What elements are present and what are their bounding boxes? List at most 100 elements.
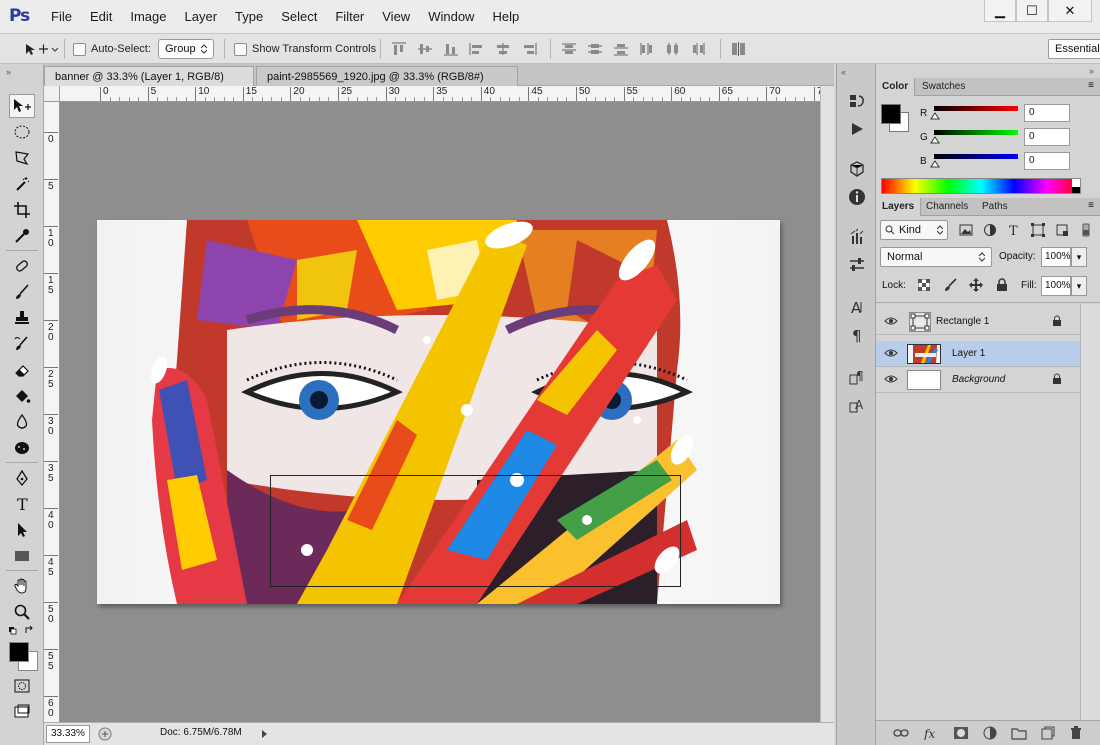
- layer-name[interactable]: Rectangle 1: [936, 316, 989, 327]
- auto-select-dropdown[interactable]: Group: [158, 39, 214, 59]
- rectangle-shape-outline[interactable]: [270, 475, 681, 587]
- red-slider[interactable]: [934, 106, 1018, 111]
- layers-scrollbar[interactable]: [1080, 304, 1100, 720]
- layer-name[interactable]: Background: [952, 374, 1005, 385]
- layer-row-background[interactable]: Background: [876, 367, 1080, 393]
- auto-align-icon[interactable]: [730, 41, 748, 57]
- dock-paragraph-styles-button[interactable]: ¶: [845, 366, 869, 388]
- menu-file[interactable]: File: [42, 0, 81, 34]
- layer-row-layer1[interactable]: Layer 1: [876, 341, 1080, 367]
- menu-type[interactable]: Type: [226, 0, 272, 34]
- color-spectrum-bar[interactable]: [881, 178, 1081, 194]
- filter-type-button[interactable]: T: [1004, 221, 1024, 239]
- panel-menu-icon[interactable]: ≡: [1088, 200, 1094, 211]
- green-slider[interactable]: [934, 130, 1018, 135]
- lock-position-button[interactable]: [966, 276, 986, 294]
- green-value-field[interactable]: 0: [1024, 128, 1070, 146]
- slider-thumb-icon[interactable]: [930, 112, 940, 120]
- dock-properties-button[interactable]: [845, 254, 869, 276]
- marquee-tool[interactable]: [9, 120, 35, 144]
- tab-paths[interactable]: Paths: [976, 198, 1014, 216]
- red-value-field[interactable]: 0: [1024, 104, 1070, 122]
- distribute-left-icon[interactable]: [638, 41, 656, 57]
- panel-menu-icon[interactable]: ≡: [1088, 80, 1094, 91]
- dock-info-button[interactable]: [845, 186, 869, 208]
- lock-all-button[interactable]: [992, 276, 1012, 294]
- magic-wand-tool[interactable]: [9, 172, 35, 196]
- align-vcenter-icon[interactable]: [416, 41, 434, 57]
- slider-thumb-icon[interactable]: [930, 160, 940, 168]
- move-tool[interactable]: [9, 94, 35, 118]
- fill-field[interactable]: 100%: [1041, 276, 1071, 296]
- folder-icon[interactable]: [1011, 726, 1027, 740]
- maximize-button[interactable]: ☐: [1016, 0, 1048, 22]
- screen-mode-button[interactable]: [9, 700, 35, 724]
- link-icon[interactable]: [893, 727, 909, 739]
- lock-pixels-button[interactable]: [940, 276, 960, 294]
- minimize-button[interactable]: ▁: [984, 0, 1016, 22]
- distribute-hcenter-icon[interactable]: [664, 41, 682, 57]
- blue-value-field[interactable]: 0: [1024, 152, 1070, 170]
- opacity-dropdown-arrow[interactable]: ▾: [1071, 247, 1087, 267]
- eye-icon[interactable]: [884, 315, 898, 327]
- eyedropper-tool[interactable]: [9, 224, 35, 248]
- menu-edit[interactable]: Edit: [81, 0, 121, 34]
- filter-adjustment-button[interactable]: [980, 221, 1000, 239]
- hand-tool[interactable]: [9, 574, 35, 598]
- document-image[interactable]: [97, 220, 780, 604]
- tab-swatches[interactable]: Swatches: [916, 78, 971, 96]
- paint-bucket-tool[interactable]: [9, 384, 35, 408]
- foreground-color-swatch[interactable]: [9, 642, 29, 662]
- clone-stamp-tool[interactable]: [9, 306, 35, 330]
- tab-paint[interactable]: paint-2985569_1920.jpg @ 33.3% (RGB/8#) …: [256, 66, 518, 103]
- blue-slider[interactable]: [934, 154, 1018, 159]
- adjustment-icon[interactable]: [983, 726, 997, 740]
- blend-mode-dropdown[interactable]: Normal: [880, 247, 992, 267]
- align-bottom-icon[interactable]: [442, 41, 460, 57]
- menu-filter[interactable]: Filter: [326, 0, 373, 34]
- trash-icon[interactable]: [1069, 726, 1083, 740]
- kind-filter-dropdown[interactable]: Kind: [880, 220, 948, 240]
- layer-row-rectangle[interactable]: Rectangle 1: [876, 309, 1080, 335]
- slider-thumb-icon[interactable]: [930, 136, 940, 144]
- dock-history-button[interactable]: [845, 90, 869, 112]
- distribute-top-icon[interactable]: [560, 41, 578, 57]
- sponge-tool[interactable]: [9, 436, 35, 460]
- status-menu-arrow[interactable]: [260, 729, 270, 739]
- mask-icon[interactable]: [953, 726, 969, 740]
- tab-channels[interactable]: Channels: [920, 198, 974, 216]
- tab-color[interactable]: Color: [876, 78, 916, 96]
- healing-brush-tool[interactable]: [9, 254, 35, 278]
- blur-tool[interactable]: [9, 410, 35, 434]
- align-left-icon[interactable]: [468, 41, 486, 57]
- eye-icon[interactable]: [884, 373, 898, 385]
- path-selection-tool[interactable]: [9, 518, 35, 542]
- filter-pixel-button[interactable]: [956, 221, 976, 239]
- quick-mask-button[interactable]: [9, 674, 35, 698]
- dock-character-button[interactable]: A: [845, 296, 869, 318]
- collapse-panels-icon[interactable]: »: [1089, 66, 1094, 76]
- fx-icon[interactable]: fx: [923, 726, 939, 740]
- dock-adjustments-button[interactable]: [845, 226, 869, 248]
- filter-shape-button[interactable]: [1028, 221, 1048, 239]
- distribute-vcenter-icon[interactable]: [586, 41, 604, 57]
- tab-banner[interactable]: banner @ 33.3% (Layer 1, RGB/8) *✕: [44, 66, 254, 103]
- transform-controls-checkbox[interactable]: [234, 42, 247, 56]
- canvas-vertical-scrollbar[interactable]: [820, 86, 834, 722]
- close-window-button[interactable]: ✕: [1048, 0, 1092, 22]
- collapse-dock-icon[interactable]: «: [841, 67, 846, 77]
- move-tool-preset[interactable]: [24, 34, 58, 64]
- dock-character-styles-button[interactable]: A: [845, 394, 869, 416]
- auto-select-checkbox[interactable]: [73, 42, 86, 56]
- ruler-origin[interactable]: [44, 86, 60, 102]
- brush-tool[interactable]: [9, 280, 35, 304]
- filter-toggle-button[interactable]: [1076, 221, 1096, 239]
- collapse-toolbox-icon[interactable]: »: [6, 67, 11, 77]
- align-hcenter-icon[interactable]: [494, 41, 512, 57]
- workspace-switcher[interactable]: Essential: [1048, 39, 1100, 59]
- dock-paragraph-button[interactable]: ¶: [845, 324, 869, 346]
- menu-window[interactable]: Window: [419, 0, 483, 34]
- distribute-right-icon[interactable]: [690, 41, 708, 57]
- tab-layers[interactable]: Layers: [876, 198, 922, 216]
- fill-dropdown-arrow[interactable]: ▾: [1071, 276, 1087, 296]
